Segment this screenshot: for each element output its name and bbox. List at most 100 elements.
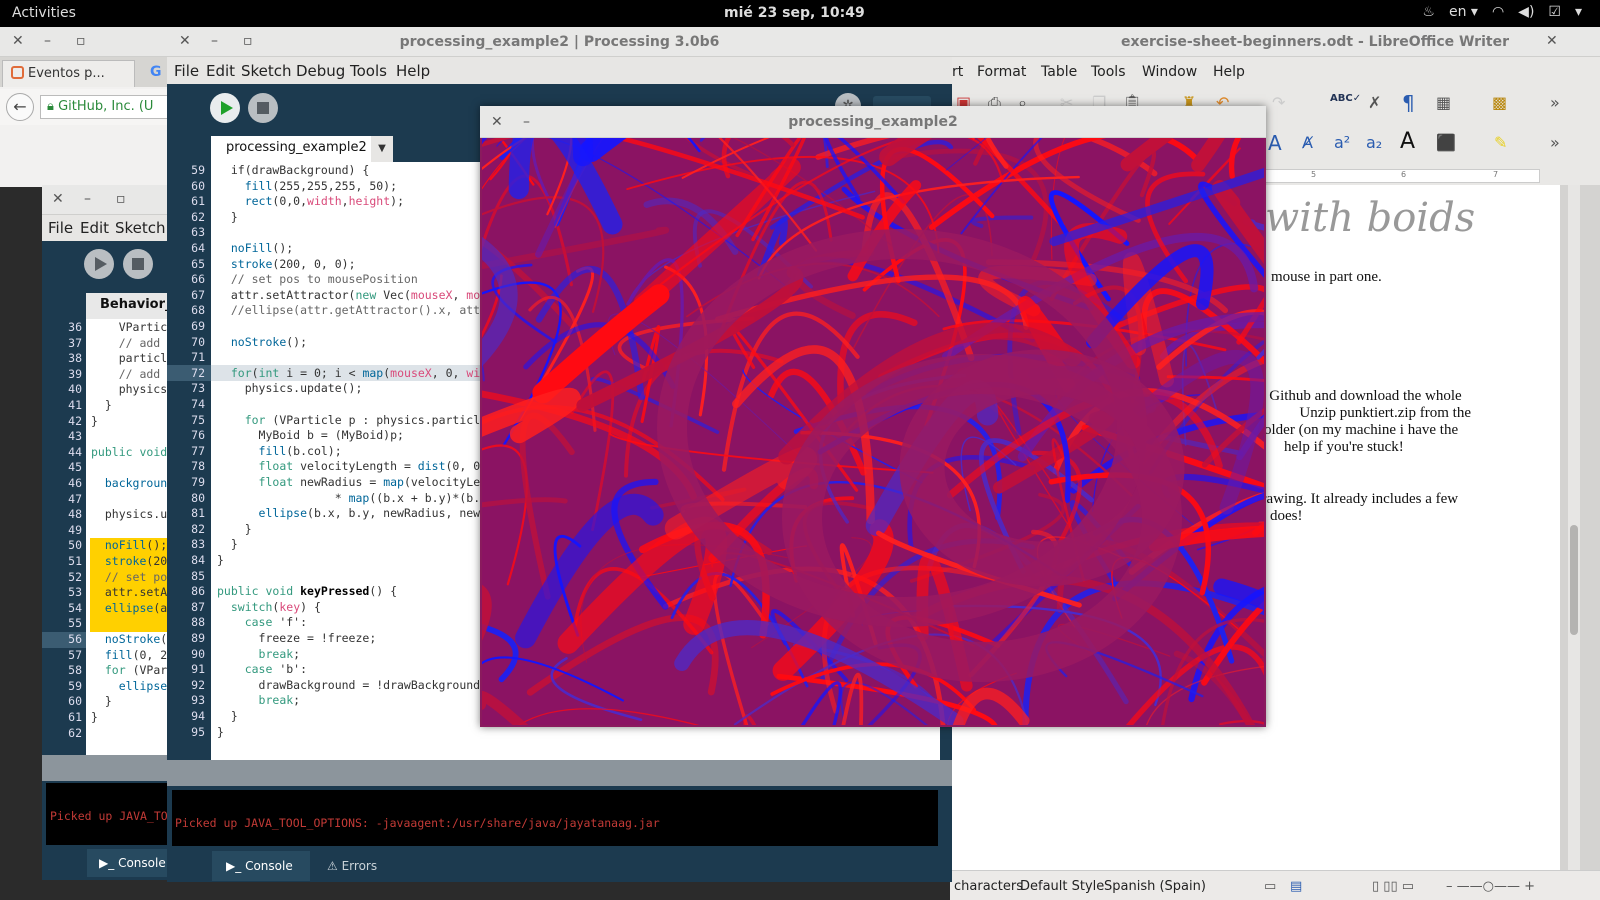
status-language[interactable]: Spanish (Spain): [1104, 879, 1206, 894]
stop-button[interactable]: [123, 249, 153, 279]
insert-image-icon[interactable]: ▩: [1492, 93, 1507, 112]
character-format-icon[interactable]: A: [1400, 129, 1415, 154]
minimize-icon[interactable]: –: [44, 33, 51, 49]
vertical-scrollbar[interactable]: [1568, 185, 1580, 870]
menu-item-debug[interactable]: Debug: [296, 62, 345, 80]
stop-button[interactable]: [248, 93, 278, 123]
clock[interactable]: mié 23 sep, 10:49: [724, 5, 865, 21]
menu-item-edit[interactable]: Edit: [206, 62, 235, 80]
code-line[interactable]: 51 stroke(20: [42, 554, 169, 570]
language-indicator[interactable]: en ▾: [1449, 4, 1478, 20]
menu-item-help[interactable]: Help: [396, 62, 430, 80]
code-line[interactable]: 38 particl: [42, 351, 169, 367]
code-text: * map((b.x + b.y)*(b.x: [217, 490, 488, 505]
sketch-tab-processing-example2[interactable]: processing_example2: [211, 136, 371, 162]
code-line[interactable]: 37 // add: [42, 336, 169, 352]
autospell-icon[interactable]: ✗: [1368, 93, 1381, 112]
insert-table-icon[interactable]: ▦: [1436, 93, 1451, 112]
close-icon[interactable]: ✕: [12, 33, 24, 49]
menu-item-edit-fragment[interactable]: rt: [952, 64, 963, 80]
zoom-slider[interactable]: – ——○—— +: [1446, 879, 1535, 894]
line-number: 71: [191, 350, 205, 365]
run-button[interactable]: [210, 93, 240, 123]
errors-tab[interactable]: ⚠ Errors: [313, 851, 403, 881]
code-line[interactable]: 60 }: [42, 694, 169, 710]
code-line[interactable]: 42}: [42, 414, 169, 430]
code-line[interactable]: 48 physics.u: [42, 507, 169, 523]
font-color-icon[interactable]: ⬛: [1436, 133, 1456, 152]
scrollbar-thumb[interactable]: [1570, 525, 1578, 635]
clipboard-icon[interactable]: ☑: [1548, 4, 1561, 20]
superscript-icon[interactable]: a²: [1334, 133, 1350, 152]
activities-button[interactable]: Activities: [12, 5, 76, 21]
url-bar[interactable]: 🔒︎ GitHub, Inc. (U: [40, 95, 170, 119]
code-line[interactable]: 49: [42, 523, 169, 539]
code-line[interactable]: 43: [42, 429, 169, 445]
power-icon[interactable]: ▾: [1575, 4, 1582, 20]
menu-item-sketch[interactable]: Sketch: [115, 219, 166, 237]
menu-item-format[interactable]: Format: [977, 64, 1026, 80]
font-color-a-icon[interactable]: A: [1268, 131, 1282, 155]
close-icon[interactable]: ✕: [1546, 33, 1558, 49]
run-button[interactable]: [84, 249, 114, 279]
console-tab-back[interactable]: ▶_ Console: [87, 849, 169, 877]
code-line[interactable]: 41 }: [42, 398, 169, 414]
strikethrough-icon[interactable]: Ⱥ: [1302, 133, 1313, 152]
code-line[interactable]: 50 noFill();: [42, 538, 169, 554]
menu-item-sketch[interactable]: Sketch: [241, 62, 292, 80]
view-layout-icon[interactable]: ▯ ▯▯ ▭: [1372, 879, 1414, 894]
sketch-canvas[interactable]: [482, 138, 1264, 725]
code-line[interactable]: 57 fill(0, 2: [42, 648, 169, 664]
status-page-style[interactable]: Default Style: [1020, 879, 1104, 894]
menu-item-file[interactable]: File: [174, 62, 199, 80]
code-line[interactable]: 59 ellipse: [42, 679, 169, 695]
menu-item-window[interactable]: Window: [1142, 64, 1197, 80]
menu-item-tools[interactable]: Tools: [350, 62, 387, 80]
redo-icon[interactable]: ↷: [1272, 93, 1285, 112]
formatting-overflow-icon[interactable]: »: [1550, 133, 1560, 152]
code-line[interactable]: 46 backgroun: [42, 476, 169, 492]
tab-menu-arrow-icon[interactable]: ▼: [371, 136, 393, 162]
spellcheck-icon[interactable]: ABC✓: [1330, 93, 1361, 104]
code-line[interactable]: 53 attr.setA: [42, 585, 169, 601]
menu-item-table[interactable]: Table: [1041, 64, 1077, 80]
code-line[interactable]: 54 ellipse(a: [42, 601, 169, 617]
console-tab[interactable]: ▶_ Console: [212, 851, 310, 881]
code-line[interactable]: 36 VPartic: [42, 320, 169, 336]
document-modified-icon[interactable]: ▤: [1290, 879, 1302, 894]
code-line[interactable]: 55: [42, 616, 169, 632]
menu-item-edit[interactable]: Edit: [80, 219, 109, 237]
code-line[interactable]: 56 noStroke(: [42, 632, 169, 648]
highlight-icon[interactable]: ✎: [1494, 133, 1507, 152]
browser-tab-eventos[interactable]: Eventos p...: [2, 60, 135, 87]
back-button[interactable]: ←: [6, 93, 34, 121]
menu-item-tools[interactable]: Tools: [1091, 64, 1126, 80]
wifi-icon[interactable]: ◠: [1492, 4, 1504, 20]
code-line[interactable]: 47: [42, 492, 169, 508]
code-line[interactable]: 39 // add: [42, 367, 169, 383]
maximize-icon[interactable]: ▫: [76, 33, 86, 49]
code-line[interactable]: 40 physics: [42, 382, 169, 398]
code-line[interactable]: 52 // set po: [42, 570, 169, 586]
maximize-icon[interactable]: ▫: [116, 191, 126, 207]
close-icon[interactable]: ✕: [52, 191, 64, 207]
code-line[interactable]: 61}: [42, 710, 169, 726]
subscript-icon[interactable]: a₂: [1366, 133, 1382, 152]
google-favicon-icon[interactable]: G: [150, 64, 162, 80]
code-line[interactable]: 45: [42, 460, 169, 476]
toolbar-overflow-icon[interactable]: »: [1550, 93, 1560, 112]
sketch-tab-behavior[interactable]: Behavior_E: [86, 293, 169, 319]
code-line[interactable]: 44 public void: [42, 445, 169, 461]
code-editor-back[interactable]: 36 VPartic 37 // add 38 particl 39 // add 40…: [42, 319, 169, 755]
menu-item-help[interactable]: Help: [1213, 64, 1245, 80]
code-text: case 'f':: [244, 615, 308, 630]
code-line[interactable]: 58 for (VPar: [42, 663, 169, 679]
code-line[interactable]: 62: [42, 726, 169, 742]
formatting-marks-icon[interactable]: ¶: [1402, 91, 1415, 115]
menu-item-file[interactable]: File: [48, 219, 73, 237]
minimize-icon[interactable]: –: [84, 191, 91, 207]
volume-icon[interactable]: ◀): [1518, 4, 1534, 20]
code-text: noFill();: [104, 538, 168, 553]
insert-mode-icon[interactable]: ▭: [1264, 879, 1276, 894]
steam-icon[interactable]: ♨: [1422, 4, 1435, 20]
